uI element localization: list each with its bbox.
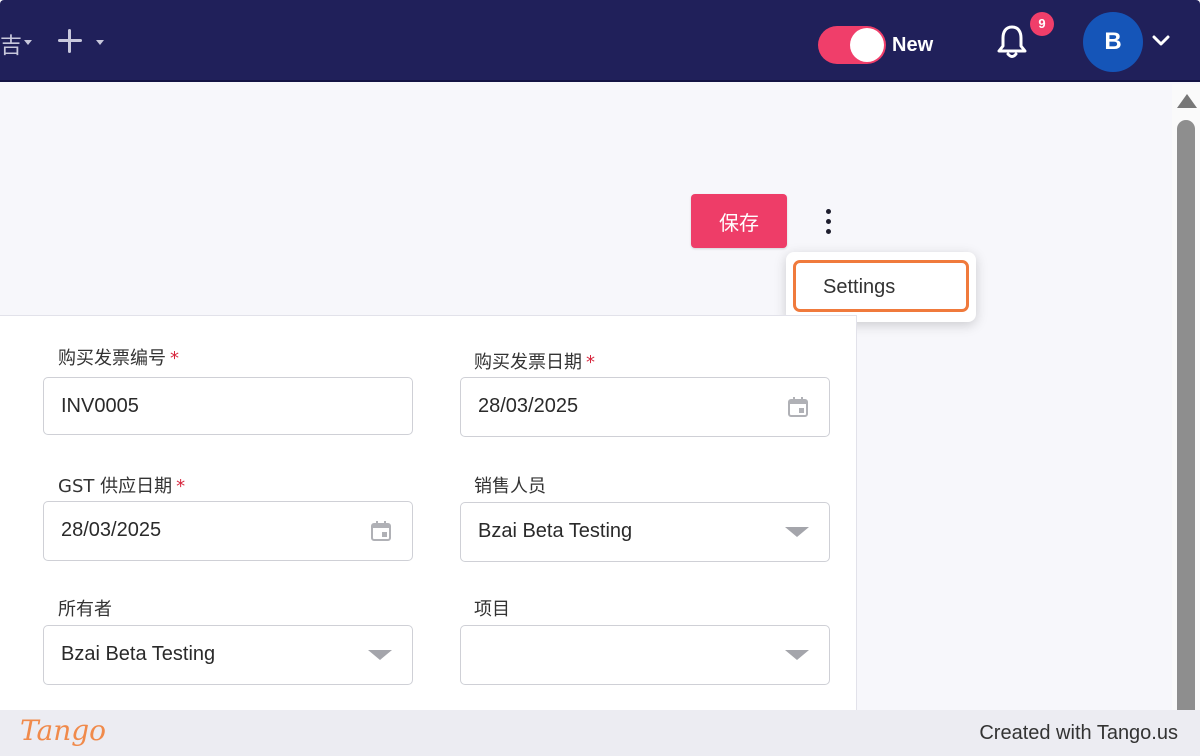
owner-label: 所有者 [58, 599, 112, 620]
caret-down-icon [368, 650, 392, 660]
caret-down-icon [785, 650, 809, 660]
salesperson-label: 销售人员 [474, 476, 546, 497]
settings-menu-item[interactable]: Settings [793, 260, 969, 312]
kebab-dot [826, 209, 831, 214]
new-ui-toggle[interactable] [818, 26, 886, 64]
calendar-icon[interactable] [787, 396, 809, 418]
salesperson-value: Bzai Beta Testing [478, 520, 633, 542]
project-select[interactable] [460, 625, 830, 685]
chevron-down-icon[interactable] [1152, 34, 1170, 48]
footer-credit: Created with Tango.us [979, 722, 1178, 744]
bell-icon[interactable] [996, 24, 1028, 60]
kebab-dot [826, 219, 831, 224]
invoice-date-label: 购买发票日期 * [474, 352, 595, 373]
invoice-date-value: 28/03/2025 [478, 395, 579, 417]
project-label: 项目 [474, 599, 510, 620]
new-toggle-label: New [892, 34, 934, 56]
notification-badge: 9 [1030, 12, 1054, 36]
gst-date-label: GST 供应日期 * [58, 476, 186, 497]
more-options-menu: Settings [786, 252, 976, 322]
toggle-knob [850, 28, 884, 62]
tango-footer: Tango Created with Tango.us [0, 710, 1200, 756]
gst-date-input[interactable]: 28/03/2025 [43, 501, 413, 561]
gst-date-value: 28/03/2025 [61, 519, 162, 541]
owner-value: Bzai Beta Testing [61, 643, 216, 665]
more-options-icon[interactable] [818, 206, 840, 236]
scrollbar-thumb[interactable] [1177, 120, 1195, 720]
invoice-number-label: 购买发票编号 * [58, 348, 179, 369]
invoice-form: 购买发票编号 * INV0005 购买发票日期 * 28/03/2025 GST 供… [0, 315, 857, 715]
invoice-number-input[interactable]: INV0005 [43, 377, 413, 435]
salesperson-select[interactable]: Bzai Beta Testing [460, 502, 830, 562]
scroll-up-arrow-icon[interactable] [1177, 94, 1197, 108]
tango-logo: Tango [20, 714, 107, 747]
invoice-date-input[interactable]: 28/03/2025 [460, 377, 830, 437]
chevron-down-icon[interactable] [96, 40, 104, 45]
vertical-scrollbar[interactable] [1172, 84, 1200, 720]
plus-icon[interactable] [58, 29, 82, 53]
kebab-dot [826, 229, 831, 234]
top-navigation-bar: 吉 New 9 B [0, 0, 1200, 82]
calendar-icon[interactable] [370, 520, 392, 542]
caret-down-icon [785, 527, 809, 537]
avatar[interactable]: B [1083, 12, 1143, 72]
owner-select[interactable]: Bzai Beta Testing [43, 625, 413, 685]
nav-menu-partial[interactable]: 吉 [0, 28, 22, 60]
save-button[interactable]: 保存 [691, 194, 787, 248]
chevron-down-icon[interactable] [24, 40, 32, 45]
